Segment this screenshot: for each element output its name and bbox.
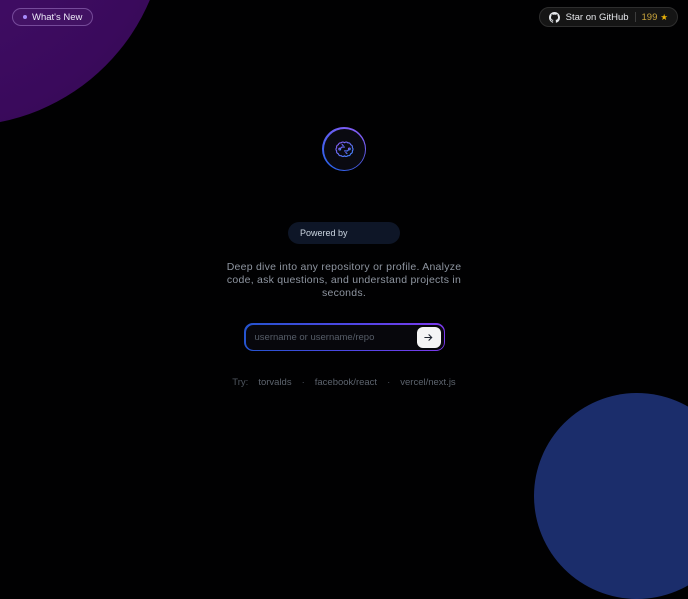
button-divider bbox=[634, 12, 636, 22]
repo-search-inner bbox=[245, 324, 444, 350]
headline-line-2: code, ask questions, and understand proj… bbox=[226, 274, 462, 286]
star-on-github-button[interactable]: Star on GitHub 199 ★ bbox=[538, 7, 678, 27]
github-icon bbox=[548, 11, 560, 23]
whats-new-label: What's New bbox=[32, 11, 83, 23]
whats-new-button[interactable]: What's New bbox=[12, 8, 94, 26]
star-count-value: 199 bbox=[641, 11, 658, 23]
headline-line-3: seconds. bbox=[321, 287, 367, 299]
powered-by-badge[interactable]: Powered by bbox=[288, 222, 400, 244]
app-logo bbox=[322, 127, 366, 171]
arrow-right-icon bbox=[424, 333, 433, 341]
star-icon: ★ bbox=[660, 11, 668, 22]
try-label: Try: bbox=[232, 377, 249, 388]
try-example-facebook-react[interactable]: facebook/react bbox=[315, 377, 377, 388]
search-submit-button[interactable] bbox=[416, 326, 441, 348]
headline-line-1: Deep dive into any repository or profile… bbox=[226, 261, 462, 273]
new-indicator-dot-icon bbox=[23, 15, 27, 19]
decor-circle-blue bbox=[534, 393, 688, 599]
brain-circuit-icon bbox=[333, 138, 356, 161]
repo-search bbox=[244, 323, 445, 351]
try-examples-row: Try: torvalds · facebook/react · vercel/… bbox=[0, 377, 688, 388]
hero-headline: Deep dive into any repository or profile… bbox=[0, 261, 688, 300]
try-example-torvalds[interactable]: torvalds bbox=[258, 377, 291, 388]
try-example-vercel-nextjs[interactable]: vercel/next.js bbox=[400, 377, 455, 388]
star-on-github-label: Star on GitHub bbox=[565, 11, 629, 23]
repo-search-input[interactable] bbox=[245, 331, 417, 343]
powered-by-logo bbox=[348, 228, 388, 238]
powered-by-label: Powered by bbox=[300, 228, 348, 238]
app-logo-inner bbox=[323, 128, 365, 170]
dot-separator: · bbox=[301, 377, 305, 388]
github-star-count: 199 ★ bbox=[642, 12, 668, 23]
dot-separator: · bbox=[387, 377, 391, 388]
